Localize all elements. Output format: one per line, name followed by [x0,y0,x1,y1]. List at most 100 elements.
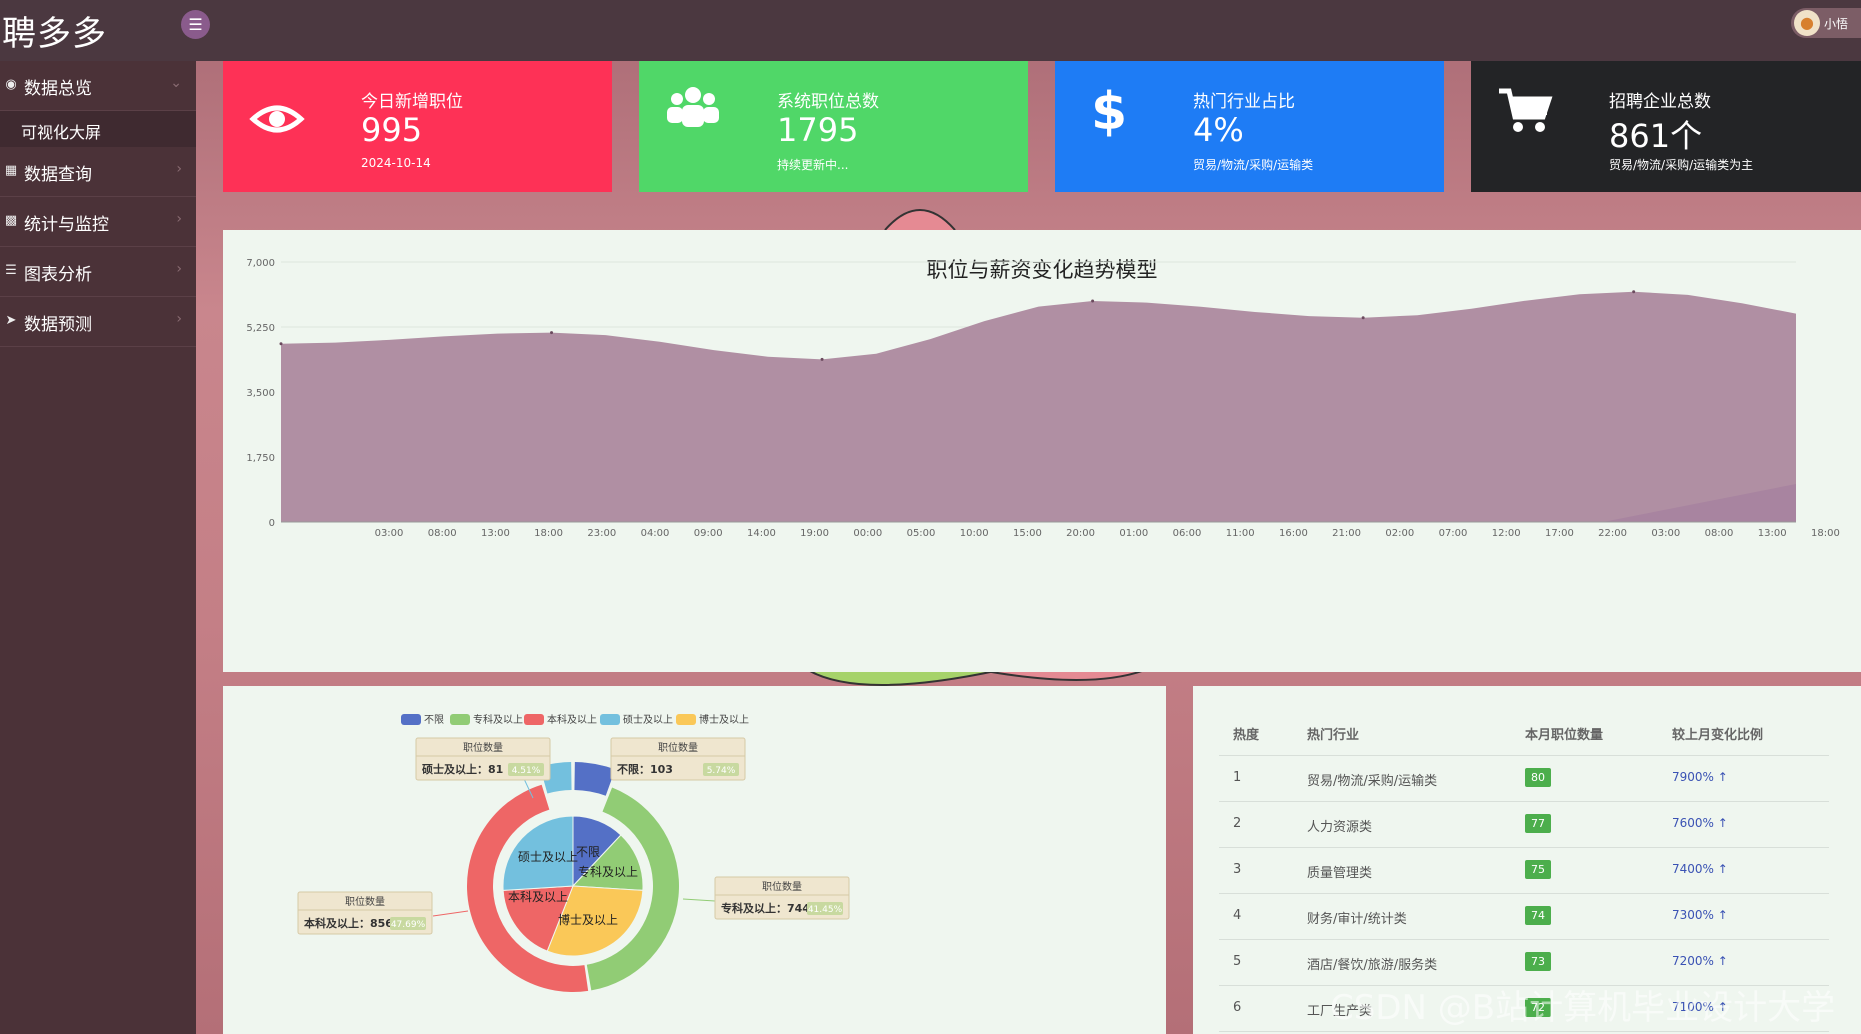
avatar: ● [1794,10,1820,36]
app-brand[interactable]: 聘多多 [2,6,107,55]
x-tick-label: 18:00 [1811,528,1840,539]
count-badge: 73 [1525,952,1551,971]
legend-swatch[interactable] [600,714,620,725]
header-count: 本月职位数量 [1525,728,1604,743]
sidebar-subitem-screen[interactable]: 可视化大屏 [0,111,196,147]
x-tick-label: 02:00 [1385,528,1414,539]
legend-label[interactable]: 不限 [424,714,444,726]
data-point[interactable] [1361,316,1365,320]
sidebar-item-charts[interactable]: ☰ 图表分析 › [0,247,196,297]
stat-card-title: 今日新增职位 [361,92,463,112]
stat-card-total-jobs[interactable]: 系统职位总数 1795 持续更新中... [639,61,1028,192]
tooltip-title: 职位数量 [345,895,385,908]
chevron-right-icon: › [176,211,182,227]
rank-cell: 3 [1233,862,1242,877]
x-tick-label: 13:00 [481,528,510,539]
x-tick-label: 05:00 [907,528,936,539]
x-tick-label: 23:00 [587,528,616,539]
stat-card-subtitle: 贸易/物流/采购/运输类为主 [1609,158,1754,172]
stat-card-companies[interactable]: 招聘企业总数 861个 贸易/物流/采购/运输类为主 [1471,61,1861,192]
tooltip-value: 不限：103 [617,762,673,776]
data-point[interactable] [1091,299,1095,303]
x-tick-label: 12:00 [1492,528,1521,539]
table-row[interactable]: 2 人力资源类 77 7600% ↑ [1219,802,1829,848]
change-cell: 7900% ↑ [1672,770,1728,784]
x-tick-label: 07:00 [1439,528,1468,539]
count-badge: 77 [1525,814,1551,833]
table-row[interactable]: 4 财务/审计/统计类 74 7300% ↑ [1219,894,1829,940]
stat-card-title: 系统职位总数 [777,92,879,112]
inner-slice-label: 硕士及以上 [518,850,578,864]
arrow-up-icon: ↑ [1713,770,1728,784]
legend-label[interactable]: 专科及以上 [473,713,523,726]
legend-label[interactable]: 硕士及以上 [623,713,673,726]
sidebar-item-query[interactable]: ▦ 数据查询 › [0,147,196,197]
tooltip-value: 本科及以上：856 [304,916,393,930]
header-rank: 热度 [1233,728,1260,743]
tooltip-percent: 47.69% [391,920,426,930]
sidebar-item-monitor[interactable]: ▩ 统计与监控 › [0,197,196,247]
y-tick-label: 7,000 [246,258,275,269]
area-series[interactable] [281,291,1796,522]
arrow-up-icon: ↑ [1713,862,1728,876]
sidebar-item-label: 统计与监控 [24,215,109,235]
x-tick-label: 13:00 [1758,528,1787,539]
industry-cell: 酒店/餐饮/旅游/服务类 [1307,958,1438,973]
x-tick-label: 19:00 [800,528,829,539]
pie-tooltip: 职位数量专科及以上：74441.45% [682,876,850,920]
change-value: 7900% [1672,770,1714,784]
user-menu[interactable]: ● 小悟 [1791,8,1861,38]
header-industry: 热门行业 [1307,728,1360,743]
list-icon: ☰ [5,263,17,278]
x-tick-label: 08:00 [1705,528,1734,539]
count-badge: 74 [1525,906,1551,925]
stat-card-new-jobs[interactable]: 今日新增职位 995 2024-10-14 [223,61,612,192]
legend-swatch[interactable] [524,714,544,725]
stat-card-subtitle: 2024-10-14 [361,156,431,170]
table-row[interactable]: 3 质量管理类 75 7400% ↑ [1219,848,1829,894]
legend-swatch[interactable] [401,714,421,725]
stat-card-value: 995 [361,111,423,149]
legend-label[interactable]: 博士及以上 [699,713,749,726]
bullhorn-icon: ➤ [5,313,17,328]
hamburger-icon: ☰ [188,15,203,34]
data-point[interactable] [279,342,283,346]
education-pie-panel: 不限 专科及以上 本科及以上 硕士及以上 博士及以上 不限 专科及以上 本科及以上 硕士及以上博… [223,686,1166,1034]
tooltip-percent: 4.51% [512,766,541,776]
rank-cell: 6 [1233,1000,1242,1015]
change-cell: 7200% ↑ [1672,954,1728,968]
table-row[interactable]: 1 贸易/物流/采购/运输类 80 7900% ↑ [1219,756,1829,802]
rank-cell: 4 [1233,908,1242,923]
legend-swatch[interactable] [450,714,470,725]
x-tick-label: 14:00 [747,528,776,539]
cart-icon [1499,88,1553,132]
stat-card-hot-industry[interactable]: $ 热门行业占比 4% 贸易/物流/采购/运输类 [1055,61,1444,192]
legend-label[interactable]: 本科及以上 [547,713,597,726]
sidebar-item-predict[interactable]: ➤ 数据预测 › [0,297,196,347]
rank-cell: 5 [1233,954,1242,969]
data-point[interactable] [820,357,824,361]
x-tick-label: 09:00 [694,528,723,539]
rank-cell: 1 [1233,770,1242,785]
tooltip-value: 硕士及以上：81 [422,762,503,776]
data-point[interactable] [550,331,554,335]
change-value: 7200% [1672,954,1714,968]
change-value: 7300% [1672,908,1714,922]
menu-toggle-button[interactable]: ☰ [181,10,210,39]
sidebar-subitem-label: 可视化大屏 [21,123,102,142]
data-point[interactable] [1632,290,1636,294]
top-bar: 聘多多 ☰ ● 小悟 [0,0,1861,61]
count-badge: 80 [1525,768,1551,787]
x-tick-label: 20:00 [1066,528,1095,539]
education-pie-chart[interactable]: 不限 专科及以上 本科及以上 硕士及以上 博士及以上不限专科及以上本科及以上硕士及以上博… [223,686,1166,1034]
x-tick-label: 04:00 [641,528,670,539]
sidebar-item-overview[interactable]: ◉ 数据总览 ⌄ [0,61,196,111]
sidebar-item-label: 图表分析 [24,265,92,285]
legend-swatch[interactable] [676,714,696,725]
x-tick-label: 22:00 [1598,528,1627,539]
y-tick-label: 3,500 [246,388,275,399]
inner-slice-label: 博士及以上 [558,912,618,927]
trend-area-chart[interactable]: 0 1,750 3,500 5,250 7,000 03:00 08:00 13:00 18:0… [223,230,1861,672]
dollar-icon: $ [1091,82,1127,141]
chevron-right-icon: › [176,161,182,177]
